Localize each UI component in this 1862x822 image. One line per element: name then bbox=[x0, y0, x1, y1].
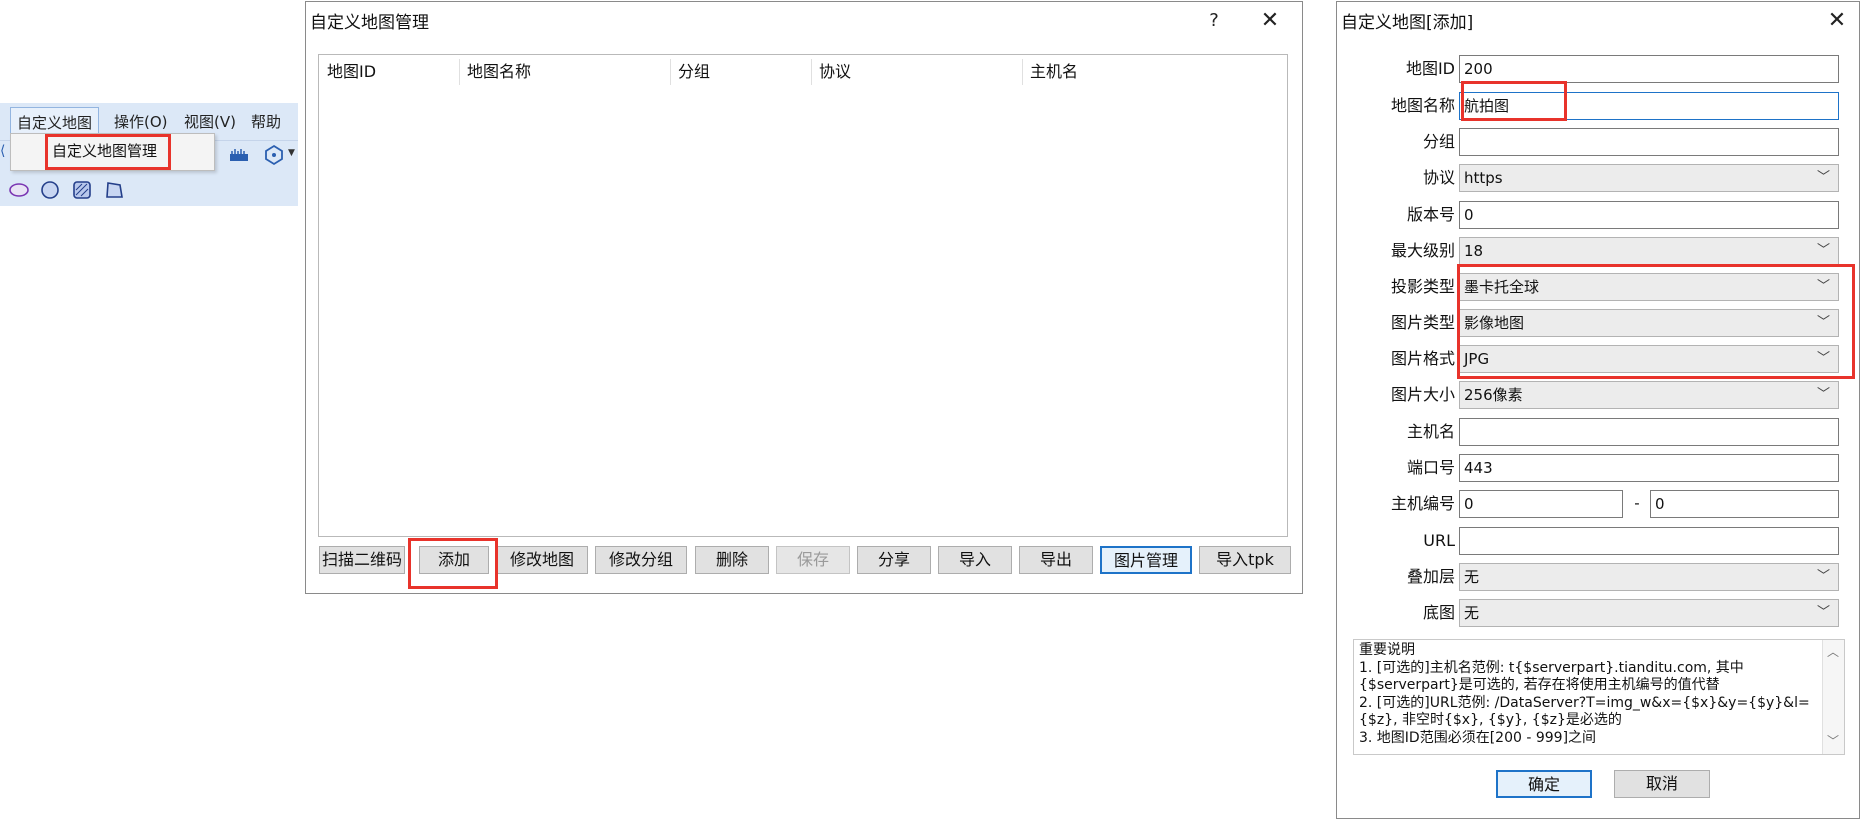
column-group[interactable]: 分组 bbox=[670, 58, 710, 86]
basemap-label: 底图 bbox=[1422, 603, 1455, 622]
map-name-label: 地图名称 bbox=[1390, 96, 1455, 115]
ellipse-icon[interactable] bbox=[8, 181, 30, 199]
column-host[interactable]: 主机名 bbox=[1022, 58, 1078, 86]
highlight-box-menu bbox=[45, 134, 171, 170]
host-number-to-input[interactable]: 0 bbox=[1650, 490, 1839, 518]
protocol-select[interactable]: https ﹀ bbox=[1459, 164, 1839, 192]
chevron-down-icon: ﹀ bbox=[1816, 605, 1830, 620]
column-map-name[interactable]: 地图名称 bbox=[459, 58, 531, 86]
host-input[interactable] bbox=[1459, 418, 1839, 446]
map-manager-dialog: 自定义地图管理 ? ✕ 地图ID 地图名称 分组 协议 主机名 扫描二维码 添加… bbox=[305, 1, 1303, 594]
share-button[interactable]: 分享 bbox=[857, 546, 931, 574]
chevron-down-icon: ﹀ bbox=[1816, 387, 1830, 402]
highlight-box-map-name bbox=[1461, 81, 1567, 121]
chevron-down-icon: ﹀ bbox=[1816, 170, 1830, 185]
image-size-select[interactable]: 256像素 ﹀ bbox=[1459, 381, 1839, 409]
notes-heading: 重要说明 bbox=[1359, 642, 1415, 658]
group-label: 分组 bbox=[1422, 132, 1455, 151]
overlay-label: 叠加层 bbox=[1406, 567, 1455, 586]
url-label: URL bbox=[1423, 531, 1455, 550]
delete-button[interactable]: 删除 bbox=[695, 546, 769, 574]
column-protocol[interactable]: 协议 bbox=[811, 58, 851, 86]
image-type-label: 图片类型 bbox=[1390, 313, 1455, 332]
version-input[interactable]: 0 bbox=[1459, 201, 1839, 229]
image-size-label: 图片大小 bbox=[1390, 385, 1455, 404]
notes-scrollbar[interactable]: ︿ ﹀ bbox=[1822, 640, 1844, 754]
highlight-box-add bbox=[408, 538, 498, 589]
import-tpk-button[interactable]: 导入tpk bbox=[1199, 546, 1291, 574]
url-input[interactable] bbox=[1459, 527, 1839, 555]
port-input[interactable]: 443 bbox=[1459, 454, 1839, 482]
help-button[interactable]: ? bbox=[1194, 4, 1234, 38]
scroll-up-icon[interactable]: ︿ bbox=[1827, 644, 1839, 662]
circle-icon[interactable] bbox=[40, 180, 60, 200]
max-level-label: 最大级别 bbox=[1390, 241, 1455, 260]
rect-icon[interactable] bbox=[72, 180, 92, 200]
scroll-down-icon[interactable]: ﹀ bbox=[1827, 733, 1839, 751]
map-id-label: 地图ID bbox=[1405, 59, 1455, 78]
host-number-from-input[interactable]: 0 bbox=[1459, 490, 1623, 518]
image-size-value: 256像素 bbox=[1464, 386, 1523, 404]
polygon-icon[interactable] bbox=[104, 180, 124, 200]
chevron-down-icon: ﹀ bbox=[1816, 243, 1830, 258]
chevron-down-icon: ﹀ bbox=[1816, 569, 1830, 584]
overlay-value: 无 bbox=[1464, 568, 1480, 586]
host-number-label: 主机编号 bbox=[1390, 494, 1455, 513]
overlay-select[interactable]: 无 ﹀ bbox=[1459, 563, 1839, 591]
host-label: 主机名 bbox=[1406, 422, 1455, 441]
projection-label: 投影类型 bbox=[1390, 277, 1455, 296]
ruler-icon[interactable] bbox=[228, 145, 250, 165]
notes-textbox[interactable]: 重要说明 1. [可选的]主机名范例: t{$serverpart}.tiand… bbox=[1353, 639, 1845, 755]
range-separator: - bbox=[1634, 494, 1640, 512]
max-level-select[interactable]: 18 ﹀ bbox=[1459, 237, 1839, 265]
column-map-id[interactable]: 地图ID bbox=[319, 58, 376, 86]
basemap-value: 无 bbox=[1464, 604, 1480, 622]
dialog-title: 自定义地图[添加] bbox=[1341, 13, 1474, 33]
version-label: 版本号 bbox=[1406, 205, 1455, 224]
max-level-value: 18 bbox=[1464, 242, 1484, 260]
import-button[interactable]: 导入 bbox=[938, 546, 1012, 574]
add-map-dialog: 自定义地图[添加] ✕ 地图ID 200 地图名称 航拍图 分组 协议 http… bbox=[1336, 1, 1860, 819]
dropdown-arrow-icon[interactable]: ▼ bbox=[288, 148, 295, 158]
close-button[interactable]: ✕ bbox=[1817, 4, 1857, 38]
group-input[interactable] bbox=[1459, 128, 1839, 156]
notes-line: {$serverpart}是可选的, 若存在将使用主机编号的值代替 bbox=[1359, 677, 1720, 693]
menu-help[interactable]: 帮助(H bbox=[245, 107, 298, 137]
dialog-title: 自定义地图管理 bbox=[310, 13, 429, 33]
map-list[interactable]: 地图ID 地图名称 分组 协议 主机名 bbox=[318, 54, 1288, 537]
protocol-label: 协议 bbox=[1422, 168, 1455, 187]
protocol-value: https bbox=[1464, 169, 1503, 187]
image-manage-button[interactable]: 图片管理 bbox=[1100, 546, 1192, 574]
edit-group-button[interactable]: 修改分组 bbox=[595, 546, 687, 574]
notes-line: {$z}, 非空时{$x}, {$y}, {$z}是必选的 bbox=[1359, 712, 1622, 728]
edit-map-button[interactable]: 修改地图 bbox=[496, 546, 588, 574]
ok-button[interactable]: 确定 bbox=[1496, 770, 1592, 798]
basemap-select[interactable]: 无 ﹀ bbox=[1459, 599, 1839, 627]
map-id-input[interactable]: 200 bbox=[1459, 55, 1839, 83]
image-format-label: 图片格式 bbox=[1390, 349, 1455, 368]
notes-line: 3. 地图ID范围必须在[200 - 999]之间 bbox=[1359, 729, 1597, 746]
scan-qr-button[interactable]: 扫描二维码 bbox=[319, 546, 405, 574]
notes-line: 2. [可选的]URL范例: /DataServer?T=img_w&x={$x… bbox=[1359, 694, 1810, 711]
cancel-button[interactable]: 取消 bbox=[1614, 770, 1710, 798]
close-button[interactable]: ✕ bbox=[1250, 4, 1290, 38]
port-label: 端口号 bbox=[1406, 458, 1455, 477]
notes-line: 1. [可选的]主机名范例: t{$serverpart}.tianditu.c… bbox=[1359, 659, 1744, 676]
highlight-box-image-settings bbox=[1457, 264, 1855, 379]
save-button[interactable]: 保存 bbox=[776, 546, 850, 574]
export-button[interactable]: 导出 bbox=[1019, 546, 1093, 574]
back-arrow-icon[interactable]: ⟨ bbox=[0, 143, 5, 159]
hexagon-icon[interactable] bbox=[262, 143, 286, 167]
